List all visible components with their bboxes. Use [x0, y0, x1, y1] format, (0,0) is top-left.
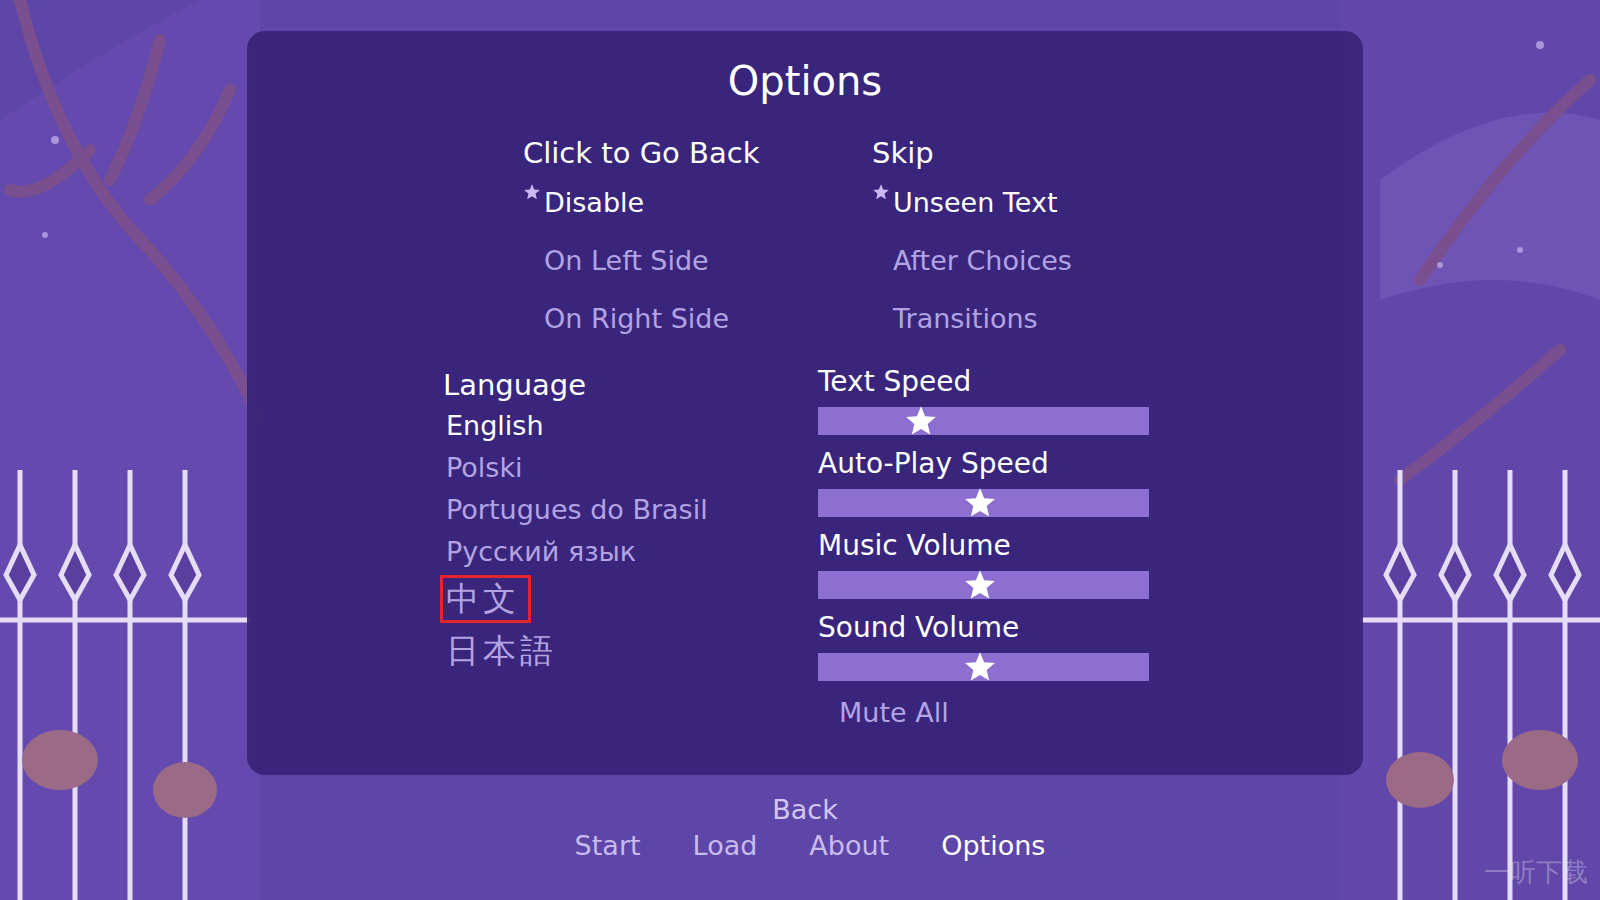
language-label: English [440, 405, 555, 446]
nav-item[interactable]: Start [575, 828, 641, 864]
language-label: Portugues do Brasil [440, 489, 719, 530]
slider-label: Music Volume [818, 529, 1149, 563]
language-item[interactable]: 日本語 [443, 625, 818, 677]
nav-item[interactable]: About [809, 828, 889, 864]
option-item[interactable]: After Choices [872, 231, 1221, 289]
option-groups: Click to Go BackDisableOn Left SideOn Ri… [247, 133, 1363, 347]
nav-item[interactable]: Load [693, 828, 758, 864]
slider-track[interactable] [818, 489, 1149, 517]
language-item[interactable]: Русский язык [443, 531, 818, 573]
nav-item[interactable]: Options [941, 828, 1045, 864]
slider-row: Text Speed [818, 365, 1149, 447]
language-label: 中文 [440, 575, 531, 624]
star-icon [523, 183, 541, 201]
slider-row: Music Volume [818, 529, 1149, 611]
option-item[interactable]: On Left Side [523, 231, 872, 289]
slider-group: Text Speed Auto-Play Speed Music Volume Sou… [818, 365, 1149, 733]
language-label: Polski [440, 447, 534, 488]
slider-row: Sound Volume [818, 611, 1149, 693]
option-group: Click to Go BackDisableOn Left SideOn Ri… [523, 133, 872, 347]
slider-track[interactable] [818, 571, 1149, 599]
option-item[interactable]: Unseen Text [872, 173, 1221, 231]
slider-star-icon[interactable] [904, 404, 938, 438]
slider-row: Auto-Play Speed [818, 447, 1149, 529]
group-header: Click to Go Back [523, 133, 872, 173]
watermark: 一听下载 [1484, 855, 1588, 890]
star-icon [872, 183, 890, 201]
selected-star-icon [523, 183, 544, 203]
option-item[interactable]: Transitions [872, 289, 1221, 347]
mute-all-button[interactable]: Mute All [818, 693, 1149, 733]
screen-title: Options [247, 56, 1363, 106]
option-item[interactable]: On Right Side [523, 289, 872, 347]
slider-track[interactable] [818, 653, 1149, 681]
option-item[interactable]: Disable [523, 173, 872, 231]
language-label: 日本語 [440, 627, 568, 676]
slider-track[interactable] [818, 407, 1149, 435]
language-item[interactable]: Polski [443, 447, 818, 489]
settings-lower: LanguageEnglishPolskiPortugues do Brasil… [247, 365, 1363, 733]
slider-label: Text Speed [818, 365, 1149, 399]
language-item[interactable]: 中文 [443, 573, 818, 625]
language-item[interactable]: English [443, 405, 818, 447]
main-nav: Start Load About Options [575, 828, 1046, 864]
options-panel: Options Click to Go BackDisableOn Left Si… [247, 31, 1363, 775]
back-button[interactable]: Back [772, 792, 838, 828]
language-label: Русский язык [440, 531, 647, 572]
group-header: Skip [872, 133, 1221, 173]
slider-label: Sound Volume [818, 611, 1149, 645]
slider-label: Auto-Play Speed [818, 447, 1149, 481]
language-item[interactable]: Portugues do Brasil [443, 489, 818, 531]
slider-star-icon[interactable] [963, 486, 997, 520]
options-screen: Options Click to Go BackDisableOn Left Si… [0, 0, 1600, 900]
option-group: SkipUnseen TextAfter ChoicesTransitions [872, 133, 1221, 347]
selected-star-icon [872, 183, 893, 203]
slider-star-icon[interactable] [963, 568, 997, 602]
group-header: Language [443, 365, 818, 405]
language-group: LanguageEnglishPolskiPortugues do Brasil… [443, 365, 818, 733]
slider-star-icon[interactable] [963, 650, 997, 684]
